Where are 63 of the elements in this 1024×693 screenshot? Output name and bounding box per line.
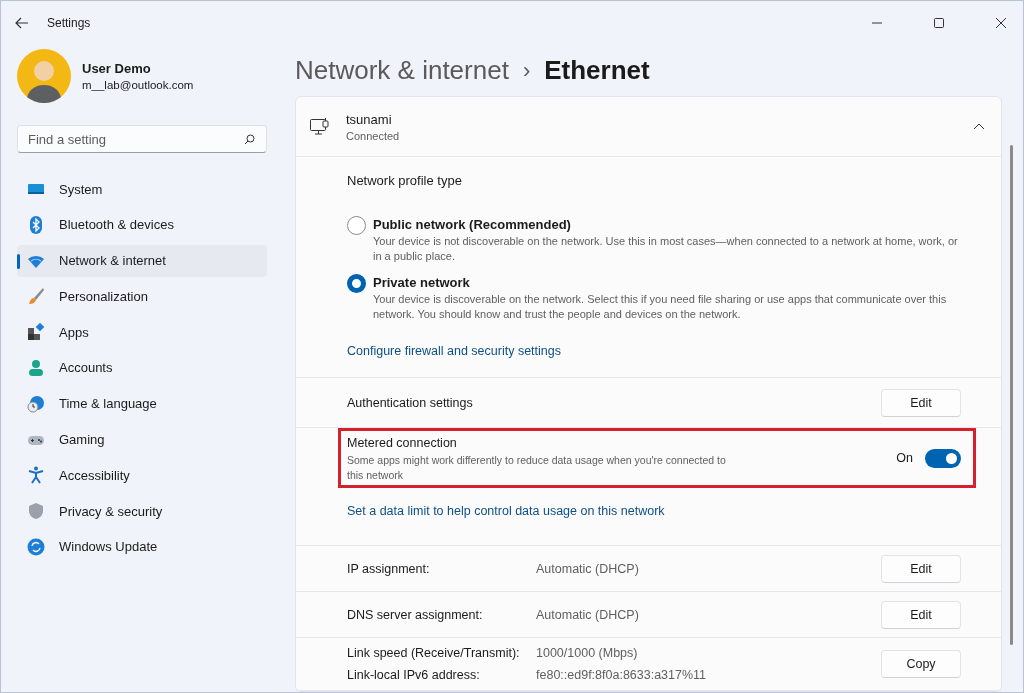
section-heading: Network profile type bbox=[347, 173, 463, 188]
option-label: Public network (Recommended) bbox=[373, 217, 572, 232]
user-email: m__lab@outlook.com bbox=[82, 79, 194, 91]
nav-item[interactable]: Gaming bbox=[17, 423, 267, 456]
globe-clock-icon bbox=[27, 394, 45, 413]
nav-item[interactable]: Time & language bbox=[17, 387, 267, 420]
nav-item[interactable]: Bluetooth & devices bbox=[17, 208, 267, 241]
search-field[interactable]: Find a setting bbox=[17, 125, 267, 153]
nav-item[interactable]: Accounts bbox=[17, 352, 267, 384]
property-label: DNS server assignment: bbox=[347, 607, 484, 622]
property-value: Automatic (DHCP) bbox=[536, 561, 639, 576]
user-name: User Demo bbox=[82, 61, 152, 76]
accessibility-icon bbox=[27, 466, 45, 485]
nav-item[interactable]: Accessibility bbox=[17, 459, 267, 492]
edit-button[interactable]: Edit bbox=[881, 600, 961, 629]
setting-label: Metered connection bbox=[347, 436, 457, 450]
property-value: 1000/1000 (Mbps) bbox=[536, 646, 638, 660]
person-icon bbox=[27, 359, 45, 377]
property-label: Link-local IPv6 address: bbox=[347, 668, 481, 682]
refresh-icon bbox=[27, 537, 45, 556]
back-icon[interactable] bbox=[15, 17, 29, 29]
maximize-icon[interactable] bbox=[934, 18, 944, 28]
setting-label: Authentication settings bbox=[347, 395, 473, 410]
nav-item[interactable]: Privacy & security bbox=[17, 495, 267, 528]
toggle-switch[interactable] bbox=[925, 448, 961, 468]
breadcrumb-separator: › bbox=[522, 57, 531, 84]
network-name: tsunami bbox=[346, 111, 393, 127]
edit-button[interactable]: Edit bbox=[881, 554, 961, 583]
brush-icon bbox=[27, 287, 45, 306]
page-title: Ethernet bbox=[544, 55, 650, 86]
nav-item[interactable]: System bbox=[17, 173, 267, 205]
nav-item[interactable]: Network & internet bbox=[17, 244, 267, 277]
property-value: Automatic (DHCP) bbox=[536, 607, 639, 622]
nav-item[interactable]: Windows Update bbox=[17, 530, 267, 563]
bluetooth-icon bbox=[27, 215, 45, 234]
chevron-up-icon[interactable] bbox=[973, 123, 985, 130]
apps-icon bbox=[27, 323, 45, 342]
property-label: IP assignment: bbox=[347, 561, 431, 576]
property-value: fe80::ed9f:8f0a:8633:a317%11 bbox=[536, 668, 707, 682]
nav-item[interactable]: Apps bbox=[17, 316, 267, 349]
property-label: Link speed (Receive/Transmit): bbox=[347, 646, 521, 660]
radio-button[interactable] bbox=[347, 216, 366, 235]
radio-button[interactable] bbox=[347, 274, 366, 293]
close-icon[interactable] bbox=[996, 18, 1006, 28]
card-header[interactable]: tsunami Connected bbox=[296, 97, 1001, 157]
firewall-link[interactable]: Configure firewall and security settings bbox=[347, 344, 561, 358]
avatar bbox=[17, 49, 71, 103]
window-title: Settings bbox=[47, 16, 91, 30]
setting-description: Some apps might work differently to reduce data usage when you're connected to this network bbox=[347, 453, 727, 483]
scrollbar[interactable] bbox=[1010, 145, 1013, 645]
edit-button[interactable]: Edit bbox=[881, 388, 961, 417]
ethernet-icon bbox=[310, 117, 330, 136]
data-limit-link[interactable]: Set a data limit to help control data usage on this network bbox=[347, 504, 665, 518]
toggle-state: On bbox=[896, 451, 913, 465]
breadcrumb-link[interactable]: Network & internet bbox=[295, 55, 509, 86]
search-icon[interactable] bbox=[244, 134, 255, 145]
nav-item[interactable]: Personalization bbox=[17, 280, 267, 313]
copy-button[interactable]: Copy bbox=[881, 650, 961, 678]
option-description: Your device is not discoverable on the network. Use this in most cases—when connected to a network at home, work, or in a public place. bbox=[373, 234, 959, 264]
option-label: Private network bbox=[373, 275, 471, 290]
shield-icon bbox=[27, 502, 45, 521]
option-description: Your device is discoverable on the network. Select this if you need file sharing or use apps that communicate over this network. You should know and trust the people and devices on the network. bbox=[373, 292, 948, 322]
network-status: Connected bbox=[346, 129, 400, 142]
